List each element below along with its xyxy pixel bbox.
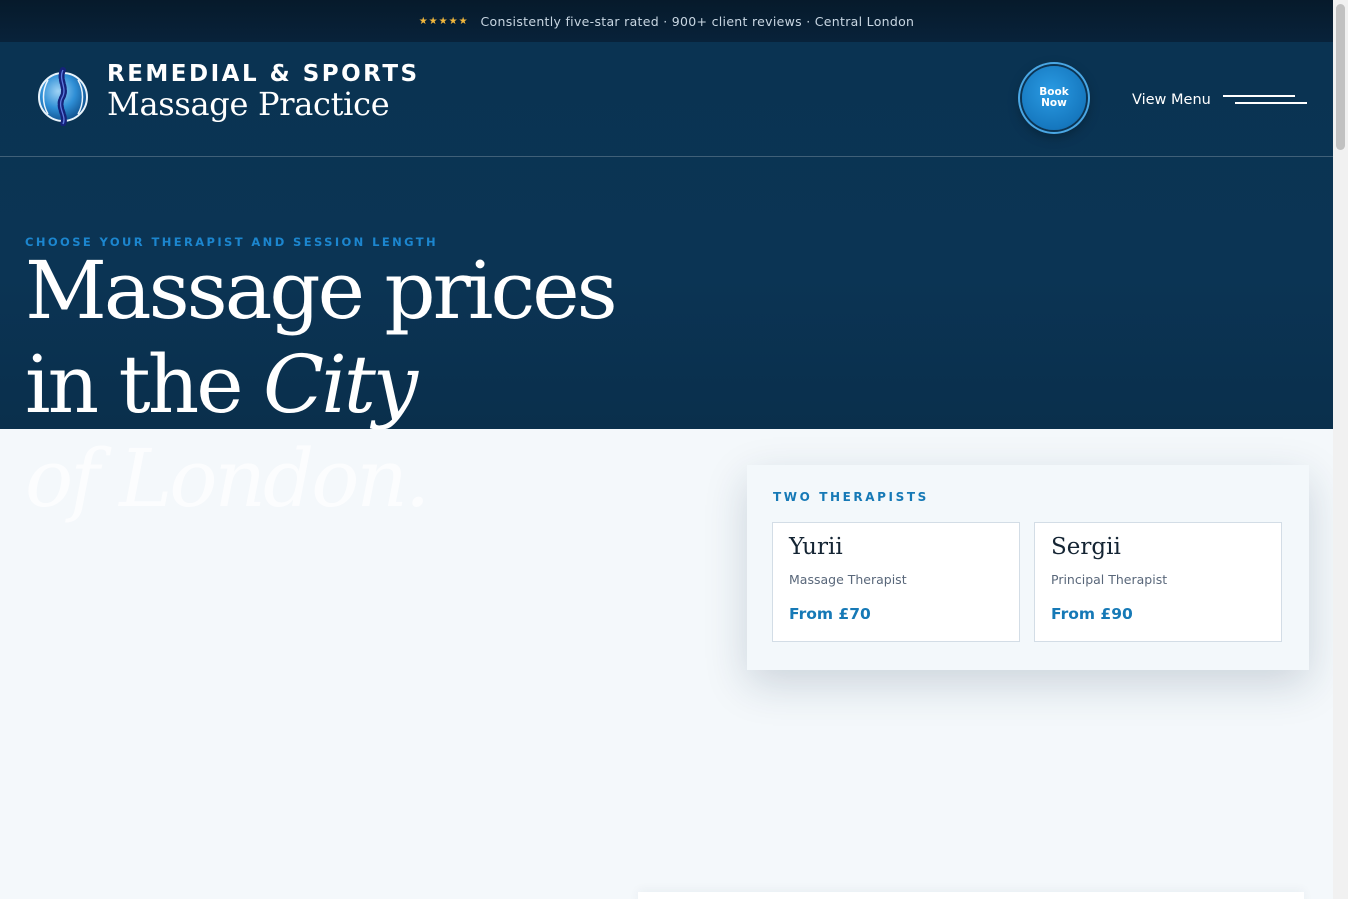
spine-globe-icon[interactable] xyxy=(36,66,90,127)
book-now-label-2: Now xyxy=(1041,97,1067,109)
page-title: Massage prices in the City of London. xyxy=(25,244,618,526)
therapists-title: TWO THERAPISTS xyxy=(773,490,929,504)
brand-name-bottom[interactable]: Massage Practice xyxy=(107,85,390,123)
title-line-1: Massage prices xyxy=(25,244,618,337)
therapist-role: Massage Therapist xyxy=(789,572,907,587)
title-line-3: of London. xyxy=(25,432,430,525)
hamburger-line-top xyxy=(1223,95,1295,97)
therapist-name: Yurii xyxy=(789,534,843,560)
therapist-role: Principal Therapist xyxy=(1051,572,1168,587)
announcement-text: Consistently five-star rated · 900+ clie… xyxy=(480,13,915,29)
title-line-2a: in the xyxy=(25,338,263,431)
view-menu-link[interactable]: View Menu xyxy=(1132,92,1211,108)
hamburger-line-bottom xyxy=(1235,102,1307,104)
brand-name-top[interactable]: REMEDIAL & SPORTS xyxy=(107,61,420,87)
book-now-button[interactable]: Book Now xyxy=(1022,66,1086,130)
therapist-card-sergii[interactable]: Sergii Principal Therapist From £90 xyxy=(1034,522,1282,642)
therapists-card: TWO THERAPISTS Yurii Massage Therapist F… xyxy=(747,465,1309,670)
scrollbar-thumb[interactable] xyxy=(1336,4,1345,150)
page-scrollbar[interactable] xyxy=(1333,0,1348,899)
therapist-name: Sergii xyxy=(1051,534,1121,560)
site-header: REMEDIAL & SPORTS Massage Practice Book … xyxy=(0,42,1333,157)
therapist-price: From £90 xyxy=(1051,605,1133,623)
page: ★★★★★ Consistently five-star rated · 900… xyxy=(0,0,1333,899)
therapist-card-yurii[interactable]: Yurii Massage Therapist From £70 xyxy=(772,522,1020,642)
next-section-card xyxy=(638,892,1304,899)
title-line-2b: City xyxy=(262,338,418,431)
announcement-bar: ★★★★★ Consistently five-star rated · 900… xyxy=(0,0,1333,42)
hamburger-icon[interactable] xyxy=(1222,95,1307,105)
therapist-price: From £70 xyxy=(789,605,871,623)
star-rating-icon: ★★★★★ xyxy=(418,15,469,27)
